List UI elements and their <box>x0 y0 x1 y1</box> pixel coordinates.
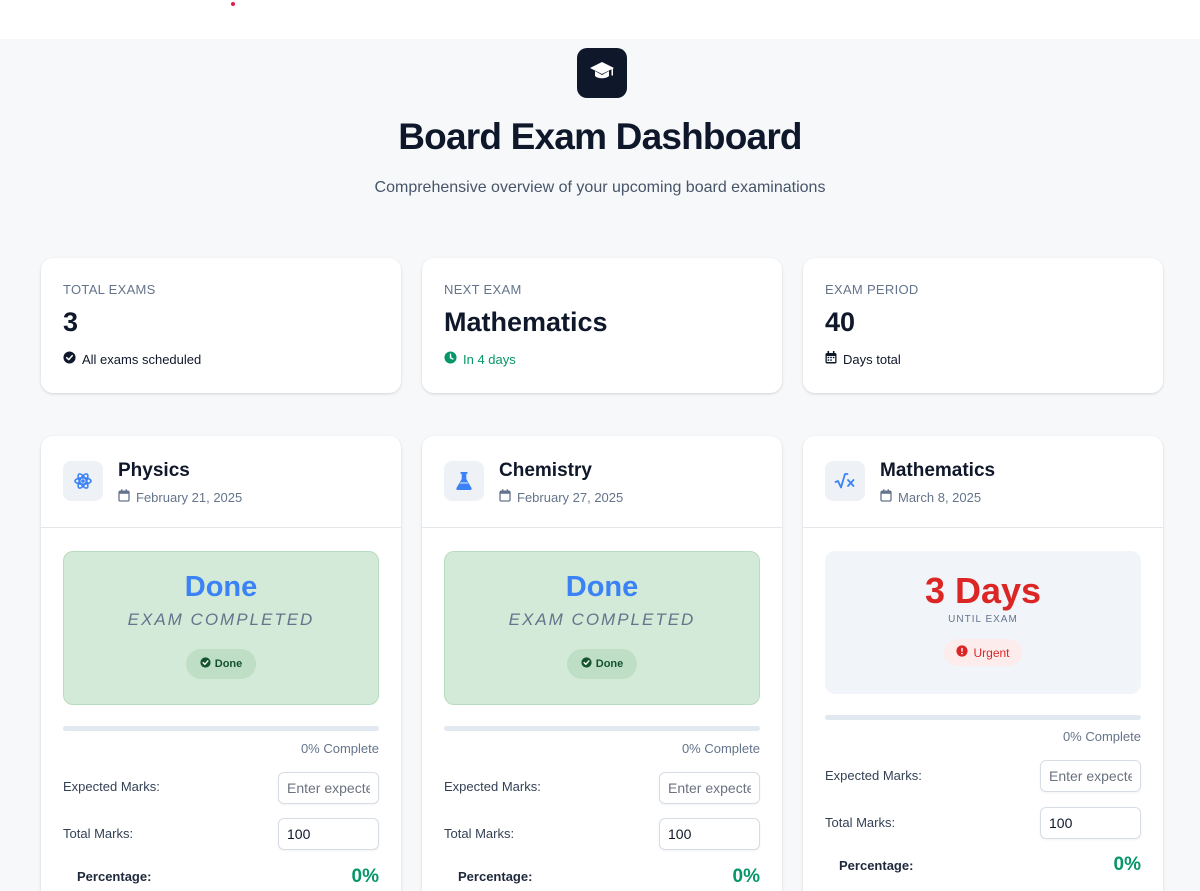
stat-note: All exams scheduled <box>63 351 379 367</box>
stat-note: In 4 days <box>444 351 760 367</box>
exam-status-box: Done EXAM COMPLETED Done <box>63 551 379 705</box>
calendar-icon <box>825 351 837 367</box>
percentage-value: 0% <box>732 866 760 887</box>
progress-text: 0% Complete <box>300 741 379 756</box>
expected-marks-input[interactable] <box>659 772 760 804</box>
progress-text: 0% Complete <box>1062 729 1141 744</box>
status-title: Done <box>565 571 639 603</box>
stat-note-text: In 4 days <box>463 351 516 367</box>
stat-value: 40 <box>825 307 856 337</box>
exam-card-chemistry: Chemistry February 27, 2025 Done EXAM CO… <box>422 436 782 891</box>
exam-card-physics: Physics February 21, 2025 Done EXAM COMP… <box>41 436 401 891</box>
total-marks-label: Total Marks: <box>444 826 515 841</box>
subject-name: Mathematics <box>880 460 996 481</box>
graduation-cap-icon <box>589 60 615 87</box>
total-marks-label: Total Marks: <box>63 826 134 841</box>
progress-bar <box>444 726 760 731</box>
stat-label: Exam Period <box>825 282 919 297</box>
logo <box>577 48 627 98</box>
stat-value: 3 <box>63 307 79 337</box>
percentage-value: 0% <box>351 866 379 887</box>
square-root-icon <box>825 461 865 501</box>
calendar-icon <box>499 489 511 505</box>
exam-date-text: February 21, 2025 <box>136 489 243 505</box>
calendar-icon <box>880 489 892 505</box>
countdown-value: 3 Days <box>924 570 1042 611</box>
exam-date: February 27, 2025 <box>499 489 623 505</box>
progress-text: 0% Complete <box>681 741 760 756</box>
stat-note-text: Days total <box>843 351 901 367</box>
total-marks-label: Total Marks: <box>825 815 896 830</box>
flask-icon <box>444 461 484 501</box>
status-title: Done <box>184 571 258 603</box>
status-subtitle: EXAM COMPLETED <box>127 610 315 629</box>
exam-card-mathematics: Mathematics March 8, 2025 3 Days until e… <box>803 436 1163 891</box>
status-badge-label: Done <box>595 658 624 670</box>
exam-countdown-box: 3 Days until exam Urgent <box>825 551 1141 694</box>
urgent-badge: Urgent <box>944 639 1022 666</box>
clock-icon <box>444 351 457 367</box>
calendar-icon <box>118 489 130 505</box>
expected-marks-label: Expected Marks: <box>444 779 541 794</box>
countdown-caption: until exam <box>948 614 1018 625</box>
status-badge-label: Done <box>214 658 243 670</box>
urgent-badge-label: Urgent <box>973 645 1010 660</box>
progress-bar <box>63 726 379 731</box>
stat-note: Days total <box>825 351 1141 367</box>
exam-date: March 8, 2025 <box>880 489 981 505</box>
percentage-label: Percentage: <box>77 869 152 884</box>
exam-card-header: Physics February 21, 2025 <box>41 436 401 528</box>
expected-marks-input[interactable] <box>278 772 379 804</box>
page-title: Board Exam Dashboard <box>398 116 802 157</box>
total-marks-input[interactable] <box>278 818 379 850</box>
percentage-label: Percentage: <box>839 858 914 873</box>
top-bar <box>0 0 1200 39</box>
status-dot <box>231 2 235 6</box>
subject-name: Chemistry <box>499 460 592 481</box>
exam-date-text: February 27, 2025 <box>517 489 624 505</box>
expected-marks-label: Expected Marks: <box>63 779 160 794</box>
check-circle-icon <box>581 657 592 671</box>
page-subtitle: Comprehensive overview of your upcoming … <box>374 179 826 196</box>
status-badge: Done <box>185 649 257 679</box>
exam-card-header: Chemistry February 27, 2025 <box>422 436 782 528</box>
progress-bar <box>825 715 1141 720</box>
stat-card-exam-period: Exam Period 40 Days total <box>803 258 1163 393</box>
exam-date-text: March 8, 2025 <box>898 489 982 505</box>
stat-card-next-exam: Next Exam Mathematics In 4 days <box>422 258 782 393</box>
percentage-label: Percentage: <box>458 869 533 884</box>
exam-date: February 21, 2025 <box>118 489 242 505</box>
percentage-value: 0% <box>1113 854 1141 875</box>
stat-label: Total Exams <box>63 282 156 297</box>
stat-label: Next Exam <box>444 282 522 297</box>
total-marks-input[interactable] <box>659 818 760 850</box>
alert-circle-icon <box>956 645 969 660</box>
check-circle-icon <box>200 657 211 671</box>
check-circle-icon <box>63 351 76 367</box>
exam-card-header: Mathematics March 8, 2025 <box>803 436 1163 528</box>
status-subtitle: EXAM COMPLETED <box>508 610 696 629</box>
atom-icon <box>63 461 103 501</box>
subject-name: Physics <box>118 460 190 481</box>
expected-marks-input[interactable] <box>1040 760 1141 792</box>
exam-status-box: Done EXAM COMPLETED Done <box>444 551 760 705</box>
status-badge: Done <box>566 649 638 679</box>
expected-marks-label: Expected Marks: <box>825 768 922 783</box>
stat-note-text: All exams scheduled <box>82 351 202 367</box>
stat-value: Mathematics <box>444 307 608 337</box>
stat-card-total-exams: Total Exams 3 All exams scheduled <box>41 258 401 393</box>
total-marks-input[interactable] <box>1040 807 1141 839</box>
